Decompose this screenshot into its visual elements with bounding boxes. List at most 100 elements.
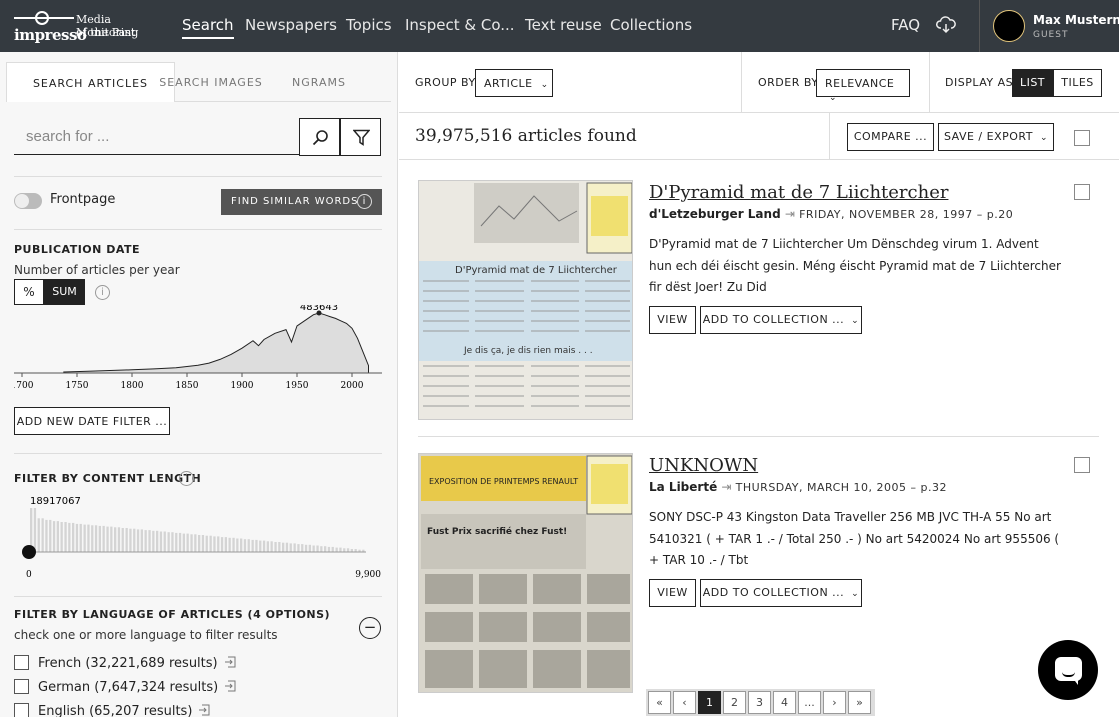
article-title-link[interactable]: D'Pyramid mat de 7 Liichtercher	[649, 182, 948, 203]
chat-launcher-button[interactable]	[1038, 640, 1098, 700]
search-button[interactable]	[299, 118, 340, 156]
newspaper-link[interactable]: d'Letzeburger Land	[649, 207, 781, 221]
info-icon[interactable]: i	[95, 285, 110, 300]
checkbox[interactable]	[14, 655, 29, 670]
percent-toggle-button[interactable]: %	[14, 279, 44, 305]
pager-page-2[interactable]: 2	[723, 691, 746, 714]
chevron-down-icon: ⌄	[1039, 133, 1049, 143]
length-bar	[152, 530, 155, 552]
external-link-icon[interactable]	[198, 704, 210, 716]
view-button[interactable]: VIEW	[649, 579, 696, 607]
info-icon[interactable]: i	[179, 471, 194, 486]
tab-search-articles[interactable]: SEARCH ARTICLES	[6, 62, 175, 102]
pager-next[interactable]: ›	[823, 691, 846, 714]
length-bar	[278, 542, 281, 552]
pager-first[interactable]: «	[648, 691, 671, 714]
tab-ngrams[interactable]: NGRAMS	[280, 62, 358, 102]
sum-toggle-button[interactable]: SUM	[44, 279, 85, 305]
length-bar	[125, 528, 128, 552]
pager-last[interactable]: »	[848, 691, 871, 714]
external-link-icon[interactable]	[224, 656, 236, 668]
checkbox[interactable]	[14, 679, 29, 694]
info-icon[interactable]: i	[357, 194, 372, 209]
external-link-icon[interactable]	[224, 680, 236, 692]
publication-date-chart[interactable]: 1700 1750 1800 1850 1900 1950 2000 483643	[14, 305, 382, 391]
length-bar	[167, 532, 170, 552]
group-by-dropdown[interactable]: ARTICLE ⌄	[475, 69, 553, 97]
frontpage-toggle[interactable]	[14, 193, 42, 209]
nav-faq[interactable]: FAQ	[891, 16, 920, 34]
save-export-button[interactable]: SAVE / EXPORT ⌄	[938, 123, 1054, 151]
add-to-collection-button[interactable]: ADD TO COLLECTION ... ⌄	[700, 579, 862, 607]
compare-button[interactable]: COMPARE ...	[847, 123, 934, 151]
find-similar-words-button[interactable]: FIND SIMILAR WORDS i	[221, 189, 382, 215]
cloud-download-icon[interactable]	[936, 16, 956, 34]
impresso-logo[interactable]: Media Monitoring impresso of the Past	[14, 10, 164, 44]
pager-page-4[interactable]: 4	[773, 691, 796, 714]
language-option-label: French (32,221,689 results)	[38, 656, 218, 671]
length-bar	[232, 537, 235, 552]
display-tiles-button[interactable]: TILES	[1053, 69, 1102, 97]
order-by-dropdown[interactable]: RELEVANCE ⌄	[816, 69, 910, 103]
article-select-checkbox[interactable]	[1074, 457, 1090, 473]
user-avatar[interactable]	[993, 10, 1025, 42]
filter-button[interactable]	[340, 118, 381, 156]
article-select-checkbox[interactable]	[1074, 184, 1090, 200]
article-thumbnail[interactable]: EXPOSITION DE PRINTEMPS RENAULT Fust Pri…	[418, 453, 633, 693]
external-link-icon[interactable]: ⇥	[785, 207, 795, 221]
pager-page-3[interactable]: 3	[748, 691, 771, 714]
content-length-chart[interactable]: 18917067 0 9,900	[14, 492, 382, 582]
nav-collections[interactable]: Collections	[610, 16, 692, 34]
language-option-english[interactable]: English (65,207 results)	[14, 703, 210, 717]
nav-text-reuse[interactable]: Text reuse	[525, 16, 602, 34]
find-similar-words-label: FIND SIMILAR WORDS	[231, 196, 359, 207]
nav-search[interactable]: Search	[182, 16, 234, 39]
group-by-label: GROUP BY	[415, 76, 476, 89]
length-bar	[159, 531, 163, 552]
divider	[14, 596, 382, 597]
length-bar	[201, 535, 205, 552]
length-bar	[140, 529, 143, 552]
pager-page-1[interactable]: 1	[698, 691, 721, 714]
external-link-icon[interactable]: ⇥	[721, 480, 731, 494]
add-to-collection-button[interactable]: ADD TO COLLECTION ... ⌄	[700, 306, 862, 334]
search-input[interactable]	[14, 118, 300, 155]
pager-prev[interactable]: ‹	[673, 691, 696, 714]
length-bar	[312, 545, 315, 552]
length-slider-handle[interactable]	[22, 545, 36, 559]
add-date-filter-button[interactable]: ADD NEW DATE FILTER ...	[14, 407, 170, 435]
display-list-button[interactable]: LIST	[1012, 69, 1053, 97]
divider	[14, 176, 382, 177]
select-all-checkbox[interactable]	[1074, 130, 1090, 146]
language-filter-heading: FILTER BY LANGUAGE OF ARTICLES (4 OPTION…	[14, 608, 331, 621]
nav-inspect-compare[interactable]: Inspect & Co...	[405, 16, 515, 34]
newspaper-link[interactable]: La Liberté	[649, 480, 717, 494]
save-export-label: SAVE / EXPORT	[943, 130, 1033, 143]
article-source: d'Letzeburger Land ⇥ FRIDAY, NOVEMBER 28…	[649, 207, 1013, 221]
user-name[interactable]: Max Mustern	[1033, 13, 1119, 27]
length-bar	[304, 544, 308, 552]
language-filter-subtext: check one or more language to filter res…	[14, 628, 278, 642]
length-bar	[133, 528, 136, 552]
divider	[14, 453, 382, 454]
article-title-link[interactable]: UNKNOWN	[649, 455, 758, 476]
length-bar	[220, 537, 224, 552]
thumbnail-caption: Je dis ça, je dis rien mais . . .	[463, 346, 593, 356]
length-bar	[148, 530, 151, 552]
language-option-french[interactable]: French (32,221,689 results)	[14, 655, 236, 671]
nav-topics[interactable]: Topics	[346, 16, 392, 34]
length-bar	[64, 522, 67, 552]
date-axis-tick-label: 1900	[231, 381, 254, 391]
length-bar	[320, 546, 323, 552]
length-bar	[114, 527, 117, 552]
results-panel: GROUP BY ARTICLE ⌄ ORDER BY RELEVANCE ⌄ …	[399, 52, 1119, 717]
tab-search-images[interactable]: SEARCH IMAGES	[156, 62, 266, 102]
collapse-icon[interactable]: −	[359, 617, 381, 639]
view-button[interactable]: VIEW	[649, 306, 696, 334]
length-bar	[198, 535, 201, 552]
language-option-german[interactable]: German (7,647,324 results)	[14, 679, 236, 695]
checkbox[interactable]	[14, 703, 29, 717]
article-thumbnail[interactable]: D'Pyramid mat de 7 Liichtercher Je dis ç…	[418, 180, 633, 420]
length-bar	[327, 546, 331, 552]
nav-newspapers[interactable]: Newspapers	[245, 16, 337, 34]
